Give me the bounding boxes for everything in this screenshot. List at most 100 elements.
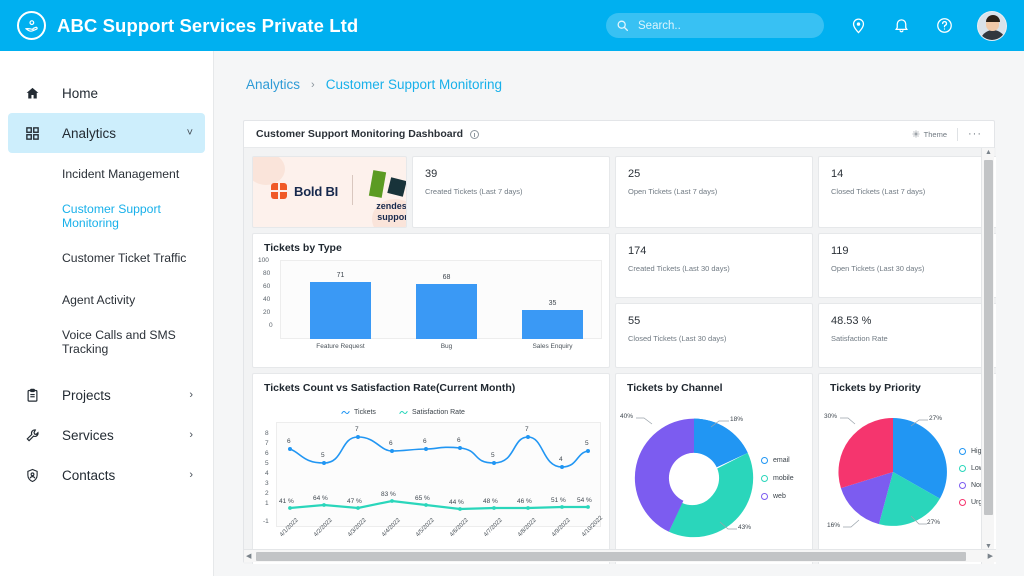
line-symbol-icon bbox=[341, 410, 350, 415]
kpi-card-created-30[interactable]: 174 Created Tickets (Last 30 days) bbox=[615, 233, 813, 298]
sidebar-item-voice-calls-sms-tracking[interactable]: Voice Calls and SMS Tracking bbox=[0, 321, 213, 363]
legend-satisfaction-rate[interactable]: Satisfaction Rate bbox=[399, 409, 465, 416]
legend-label: Tickets bbox=[354, 409, 376, 416]
point-label: 46 % bbox=[517, 498, 532, 505]
bell-icon[interactable] bbox=[891, 16, 911, 36]
theme-button[interactable]: Theme bbox=[912, 130, 947, 139]
bar-feature-request[interactable] bbox=[310, 282, 371, 339]
bar-value-label: 68 bbox=[442, 274, 451, 281]
app-root: ABC Support Services Private Ltd Search.… bbox=[0, 0, 1024, 576]
sidebar-item-contacts[interactable]: Contacts › bbox=[8, 455, 205, 495]
point-label: 47 % bbox=[347, 498, 362, 505]
x-tick-label: Sales Enquiry bbox=[532, 343, 573, 350]
zendesk-line1: zendesk bbox=[376, 201, 407, 211]
breadcrumb: Analytics › Customer Support Monitoring bbox=[214, 51, 1024, 92]
sidebar-sub-label: Incident Management bbox=[62, 167, 180, 181]
point-label: 7 bbox=[355, 426, 359, 433]
dashboard-panel: Customer Support Monitoring Dashboard Th… bbox=[243, 120, 996, 564]
sidebar-item-incident-management[interactable]: Incident Management bbox=[0, 153, 213, 195]
kpi-value: 174 bbox=[628, 245, 647, 257]
kpi-label: Satisfaction Rate bbox=[831, 334, 888, 343]
sidebar: Home Analytics ˅ Incident Management Cus… bbox=[0, 51, 214, 576]
legend-marker-icon bbox=[959, 448, 966, 455]
horizontal-scrollbar[interactable]: ◀ ▶ bbox=[244, 549, 996, 562]
info-circle-icon[interactable] bbox=[470, 129, 480, 139]
slice-label-web: 40% bbox=[620, 413, 634, 420]
scroll-up-arrow-icon[interactable]: ▲ bbox=[985, 149, 992, 156]
chevron-right-icon[interactable]: › bbox=[189, 429, 193, 441]
sidebar-item-services[interactable]: Services › bbox=[8, 415, 205, 455]
slice-label-mobile: 43% bbox=[738, 524, 752, 531]
location-pin-icon[interactable] bbox=[848, 16, 868, 36]
sidebar-item-agent-activity[interactable]: Agent Activity bbox=[0, 279, 213, 321]
donut-leader-lines bbox=[636, 417, 737, 530]
line-series-svg bbox=[288, 435, 590, 511]
chart-tickets-by-channel[interactable]: Tickets by Channel 18% 40% 43% email mob… bbox=[615, 373, 813, 564]
kpi-card-created-7[interactable]: 39 Created Tickets (Last 7 days) bbox=[412, 156, 610, 228]
boldbi-mark-icon bbox=[271, 183, 287, 199]
logo-widget: Bold BI zendesk support bbox=[252, 156, 407, 228]
kpi-value: 48.53 % bbox=[831, 315, 872, 327]
point-label: 54 % bbox=[577, 497, 592, 504]
chart-tickets-by-type[interactable]: Tickets by Type 100 80 60 40 20 0 71 68 bbox=[252, 233, 610, 368]
chevron-right-icon[interactable]: › bbox=[189, 469, 193, 481]
sidebar-item-analytics[interactable]: Analytics ˅ bbox=[8, 113, 205, 153]
point-label: 65 % bbox=[415, 495, 430, 502]
y-tick: 5 bbox=[265, 460, 269, 467]
series-satisfaction-path bbox=[289, 499, 588, 511]
more-options-button[interactable]: ··· bbox=[968, 128, 982, 140]
boldbi-label: Bold BI bbox=[294, 183, 339, 199]
chevron-down-icon[interactable]: ˅ bbox=[187, 127, 193, 139]
vertical-scroll-thumb[interactable] bbox=[984, 160, 993, 515]
kpi-card-open-7[interactable]: 25 Open Tickets (Last 7 days) bbox=[615, 156, 813, 228]
avatar-body bbox=[980, 29, 1006, 40]
scroll-left-arrow-icon[interactable]: ◀ bbox=[246, 552, 251, 560]
bar-bug[interactable] bbox=[416, 284, 477, 339]
horizontal-scroll-thumb[interactable] bbox=[256, 552, 966, 561]
bar-value-label: 35 bbox=[548, 300, 557, 307]
chevron-right-icon[interactable]: › bbox=[189, 389, 193, 401]
chart-tickets-by-priority[interactable]: Tickets by Priority 27% 30% 27% 16% High… bbox=[818, 373, 996, 564]
dashboard-header: Customer Support Monitoring Dashboard Th… bbox=[244, 121, 994, 148]
kpi-label: Open Tickets (Last 7 days) bbox=[628, 187, 718, 196]
breadcrumb-current[interactable]: Customer Support Monitoring bbox=[326, 77, 502, 92]
page-title: Customer Support Monitoring Dashboard bbox=[256, 128, 464, 140]
kpi-card-open-30[interactable]: 119 Open Tickets (Last 30 days) bbox=[818, 233, 996, 298]
kpi-card-closed-7[interactable]: 14 Closed Tickets (Last 7 days) bbox=[818, 156, 996, 228]
sidebar-item-home[interactable]: Home bbox=[8, 73, 205, 113]
chart-tickets-vs-satisfaction[interactable]: Tickets Count vs Satisfaction Rate(Curre… bbox=[252, 373, 610, 564]
legend-email[interactable]: email bbox=[761, 457, 790, 464]
search-input[interactable] bbox=[638, 19, 808, 32]
kpi-card-closed-30[interactable]: 55 Closed Tickets (Last 30 days) bbox=[615, 303, 813, 368]
sidebar-item-contacts-label: Contacts bbox=[62, 467, 116, 483]
y-tick: -1 bbox=[263, 518, 269, 525]
kpi-card-satisfaction-rate[interactable]: 48.53 % Satisfaction Rate bbox=[818, 303, 996, 368]
search-box[interactable] bbox=[606, 13, 824, 38]
point-label: 7 bbox=[525, 426, 529, 433]
x-tick-label: Feature Request bbox=[316, 343, 365, 350]
sidebar-item-customer-support-monitoring[interactable]: Customer Support Monitoring bbox=[0, 195, 213, 237]
header-actions bbox=[606, 0, 1024, 51]
sidebar-item-projects[interactable]: Projects › bbox=[8, 375, 205, 415]
breadcrumb-separator: › bbox=[311, 78, 315, 91]
grid-icon bbox=[22, 126, 43, 141]
breadcrumb-analytics[interactable]: Analytics bbox=[246, 77, 300, 92]
legend-mobile[interactable]: mobile bbox=[761, 475, 794, 482]
chart-title: Tickets Count vs Satisfaction Rate(Curre… bbox=[264, 382, 516, 394]
y-tick: 3 bbox=[265, 480, 269, 487]
kpi-value: 55 bbox=[628, 315, 641, 327]
legend-web[interactable]: web bbox=[761, 493, 786, 500]
scroll-right-arrow-icon[interactable]: ▶ bbox=[988, 552, 993, 560]
sidebar-item-customer-ticket-traffic[interactable]: Customer Ticket Traffic bbox=[0, 237, 213, 279]
main-content: Analytics › Customer Support Monitoring … bbox=[214, 51, 1024, 576]
y-tick: 40 bbox=[263, 296, 271, 303]
sidebar-item-home-label: Home bbox=[62, 85, 99, 101]
vertical-scrollbar[interactable]: ▲ ▼ bbox=[981, 148, 994, 564]
series-tickets-path bbox=[289, 436, 589, 468]
legend-tickets[interactable]: Tickets bbox=[341, 409, 376, 416]
avatar[interactable] bbox=[977, 10, 1007, 41]
bar-sales-enquiry[interactable] bbox=[522, 310, 583, 339]
brand[interactable]: ABC Support Services Private Ltd bbox=[17, 11, 358, 40]
help-circle-icon[interactable] bbox=[934, 16, 954, 36]
